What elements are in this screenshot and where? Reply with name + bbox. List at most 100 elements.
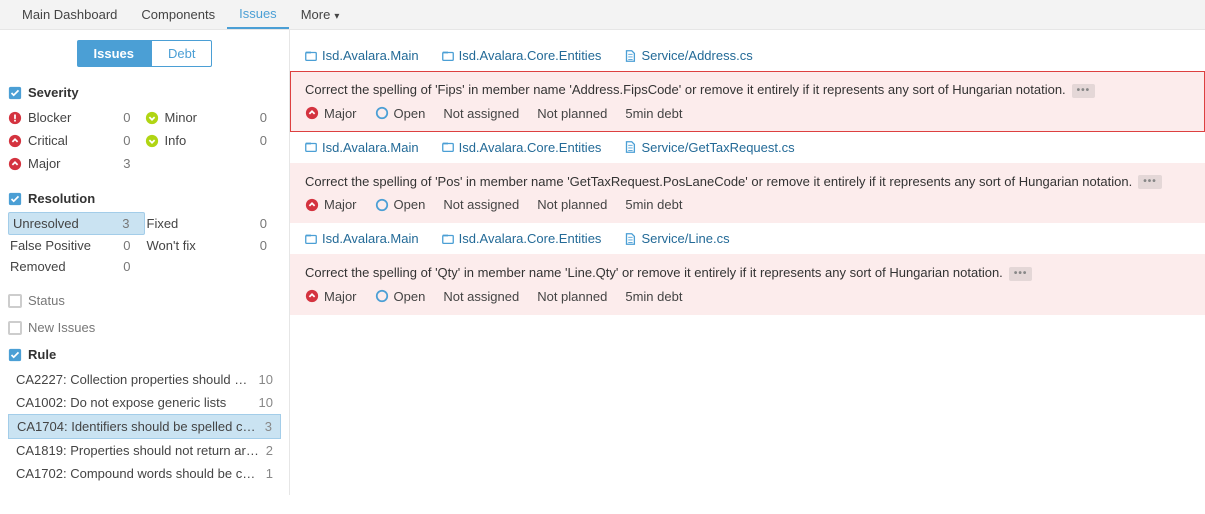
file-icon [623, 140, 637, 154]
issue-assignee[interactable]: Not assigned [443, 289, 519, 304]
breadcrumb-label: Service/Address.cs [641, 48, 752, 63]
rule-label: CA1002: Do not expose generic lists [16, 395, 226, 410]
breadcrumb-link[interactable]: Isd.Avalara.Core.Entities [441, 140, 602, 155]
facet-severity: Severity Blocker0Minor0Critical0Info0Maj… [0, 79, 289, 175]
breadcrumb-link[interactable]: Isd.Avalara.Main [304, 48, 419, 63]
issue-severity[interactable]: Major [305, 289, 357, 304]
issue-box[interactable]: Correct the spelling of 'Pos' in member … [290, 163, 1205, 224]
breadcrumb-label: Isd.Avalara.Core.Entities [459, 48, 602, 63]
severity-item[interactable]: Blocker0 [8, 106, 145, 129]
resolution-item[interactable]: Removed 0 [8, 256, 145, 277]
issue-severity[interactable]: Major [305, 197, 357, 212]
severity-count: 0 [260, 110, 267, 125]
toggle-debt[interactable]: Debt [151, 40, 212, 67]
facet-new-issues-header[interactable]: New Issues [0, 314, 289, 341]
issue-plan[interactable]: Not planned [537, 106, 607, 121]
severity-major-icon [8, 157, 22, 171]
resolution-item[interactable]: Fixed0 [145, 212, 282, 235]
issue-message: Correct the spelling of 'Fips' in member… [305, 82, 1066, 97]
resolution-label: False Positive [10, 238, 91, 253]
resolution-count: 0 [123, 259, 130, 274]
sidebar: Issues Debt Severity Blocker0 Minor 0 Criti… [0, 30, 290, 495]
severity-label: Critical [28, 133, 68, 148]
breadcrumb-link[interactable]: Isd.Avalara.Main [304, 231, 419, 246]
issue-status[interactable]: Open [375, 106, 426, 121]
nav-tab-more[interactable]: More▾ [289, 1, 352, 28]
severity-major-icon [305, 198, 319, 212]
rule-item[interactable]: CA1819: Properties should not return arr… [8, 439, 281, 462]
status-open-icon [375, 106, 389, 120]
severity-item[interactable]: Minor 0 [145, 106, 282, 129]
breadcrumb-link[interactable]: Service/Line.cs [623, 231, 729, 246]
severity-label: Minor [165, 110, 198, 125]
breadcrumb-link[interactable]: Service/Address.cs [623, 48, 752, 63]
nav-tab-components[interactable]: Components [129, 1, 227, 28]
nav-tab-more-label: More [301, 7, 331, 22]
facet-status-title: Status [28, 293, 65, 308]
severity-item[interactable]: Critical0 [8, 129, 145, 152]
resolution-count: 0 [260, 238, 267, 253]
facet-resolution-title: Resolution [28, 191, 95, 206]
severity-count: 0 [123, 110, 130, 125]
facet-resolution-header[interactable]: Resolution [8, 185, 281, 212]
rule-label: CA1702: Compound words should be cased c… [16, 466, 260, 481]
project-icon [441, 140, 455, 154]
issue-severity[interactable]: Major [305, 106, 357, 121]
rule-item[interactable]: CA2227: Collection properties should be … [8, 368, 281, 391]
resolution-label: Fixed [147, 216, 179, 231]
breadcrumb-label: Service/GetTaxRequest.cs [641, 140, 794, 155]
issue-assignee[interactable]: Not assigned [443, 106, 519, 121]
resolution-item[interactable]: False Positive 0 [8, 235, 145, 256]
rule-label: CA2227: Collection properties should be … [16, 372, 253, 387]
facet-severity-header[interactable]: Severity [8, 79, 281, 106]
issue-box[interactable]: Correct the spelling of 'Fips' in member… [290, 71, 1205, 132]
breadcrumb-link[interactable]: Service/GetTaxRequest.cs [623, 140, 794, 155]
rule-count: 1 [266, 466, 273, 481]
issue-status[interactable]: Open [375, 289, 426, 304]
issues-list: Isd.Avalara.Main Isd.Avalara.Core.Entitie… [290, 30, 1205, 495]
rule-item[interactable]: CA1002: Do not expose generic lists10 [8, 391, 281, 414]
chevron-down-icon: ▾ [334, 11, 339, 22]
issue-plan[interactable]: Not planned [537, 289, 607, 304]
breadcrumb-link[interactable]: Isd.Avalara.Core.Entities [441, 231, 602, 246]
resolution-item[interactable]: Unresolved3 [8, 212, 145, 235]
issue-meta: MajorOpenNot assignedNot planned5min deb… [305, 106, 1190, 121]
checkbox-checked-icon [8, 192, 22, 206]
breadcrumb-link[interactable]: Isd.Avalara.Core.Entities [441, 48, 602, 63]
rule-item[interactable]: CA1704: Identifiers should be spelled co… [8, 414, 281, 439]
issue-box[interactable]: Correct the spelling of 'Qty' in member … [290, 254, 1205, 315]
issue-message: Correct the spelling of 'Pos' in member … [305, 174, 1132, 189]
severity-critical-icon [8, 134, 22, 148]
nav-tab-issues[interactable]: Issues [227, 0, 289, 29]
severity-count: 3 [123, 156, 130, 171]
toggle-issues[interactable]: Issues [77, 40, 151, 67]
more-actions-button[interactable]: ••• [1138, 175, 1162, 189]
severity-item[interactable]: Info0 [145, 129, 282, 152]
issue-meta: Major Open Not assigned Not planned 5min deb… [305, 197, 1190, 212]
nav-tab-dashboard[interactable]: Main Dashboard [10, 1, 129, 28]
issue-assignee[interactable]: Not assigned [443, 197, 519, 212]
more-actions-button[interactable]: ••• [1009, 267, 1033, 281]
severity-major-icon [305, 106, 319, 120]
breadcrumb-label: Isd.Avalara.Core.Entities [459, 231, 602, 246]
issue-plan[interactable]: Not planned [537, 197, 607, 212]
issue-debt: 5min debt [625, 197, 682, 212]
breadcrumb-link[interactable]: Isd.Avalara.Main [304, 140, 419, 155]
severity-item[interactable]: Major3 [8, 152, 145, 175]
issue-message: Correct the spelling of 'Qty' in member … [305, 265, 1003, 280]
facet-status-header[interactable]: Status [0, 287, 289, 314]
facet-rule: Rule CA2227: Collection properties shoul… [0, 341, 289, 485]
resolution-count: 0 [123, 238, 130, 253]
project-icon [441, 232, 455, 246]
breadcrumb-label: Isd.Avalara.Main [322, 231, 419, 246]
issue-status[interactable]: Open [375, 197, 426, 212]
rule-item[interactable]: CA1702: Compound words should be cased c… [8, 462, 281, 485]
resolution-item[interactable]: Won't fix0 [145, 235, 282, 256]
facet-rule-header[interactable]: Rule [8, 341, 281, 368]
issue-breadcrumb: Isd.Avalara.Main Isd.Avalara.Core.Entitie… [290, 223, 1205, 254]
facet-severity-title: Severity [28, 85, 79, 100]
issue-breadcrumb: Isd.Avalara.Main Isd.Avalara.Core.Entitie… [290, 40, 1205, 71]
project-icon [441, 49, 455, 63]
more-actions-button[interactable]: ••• [1072, 84, 1096, 98]
resolution-label: Removed [10, 259, 66, 274]
